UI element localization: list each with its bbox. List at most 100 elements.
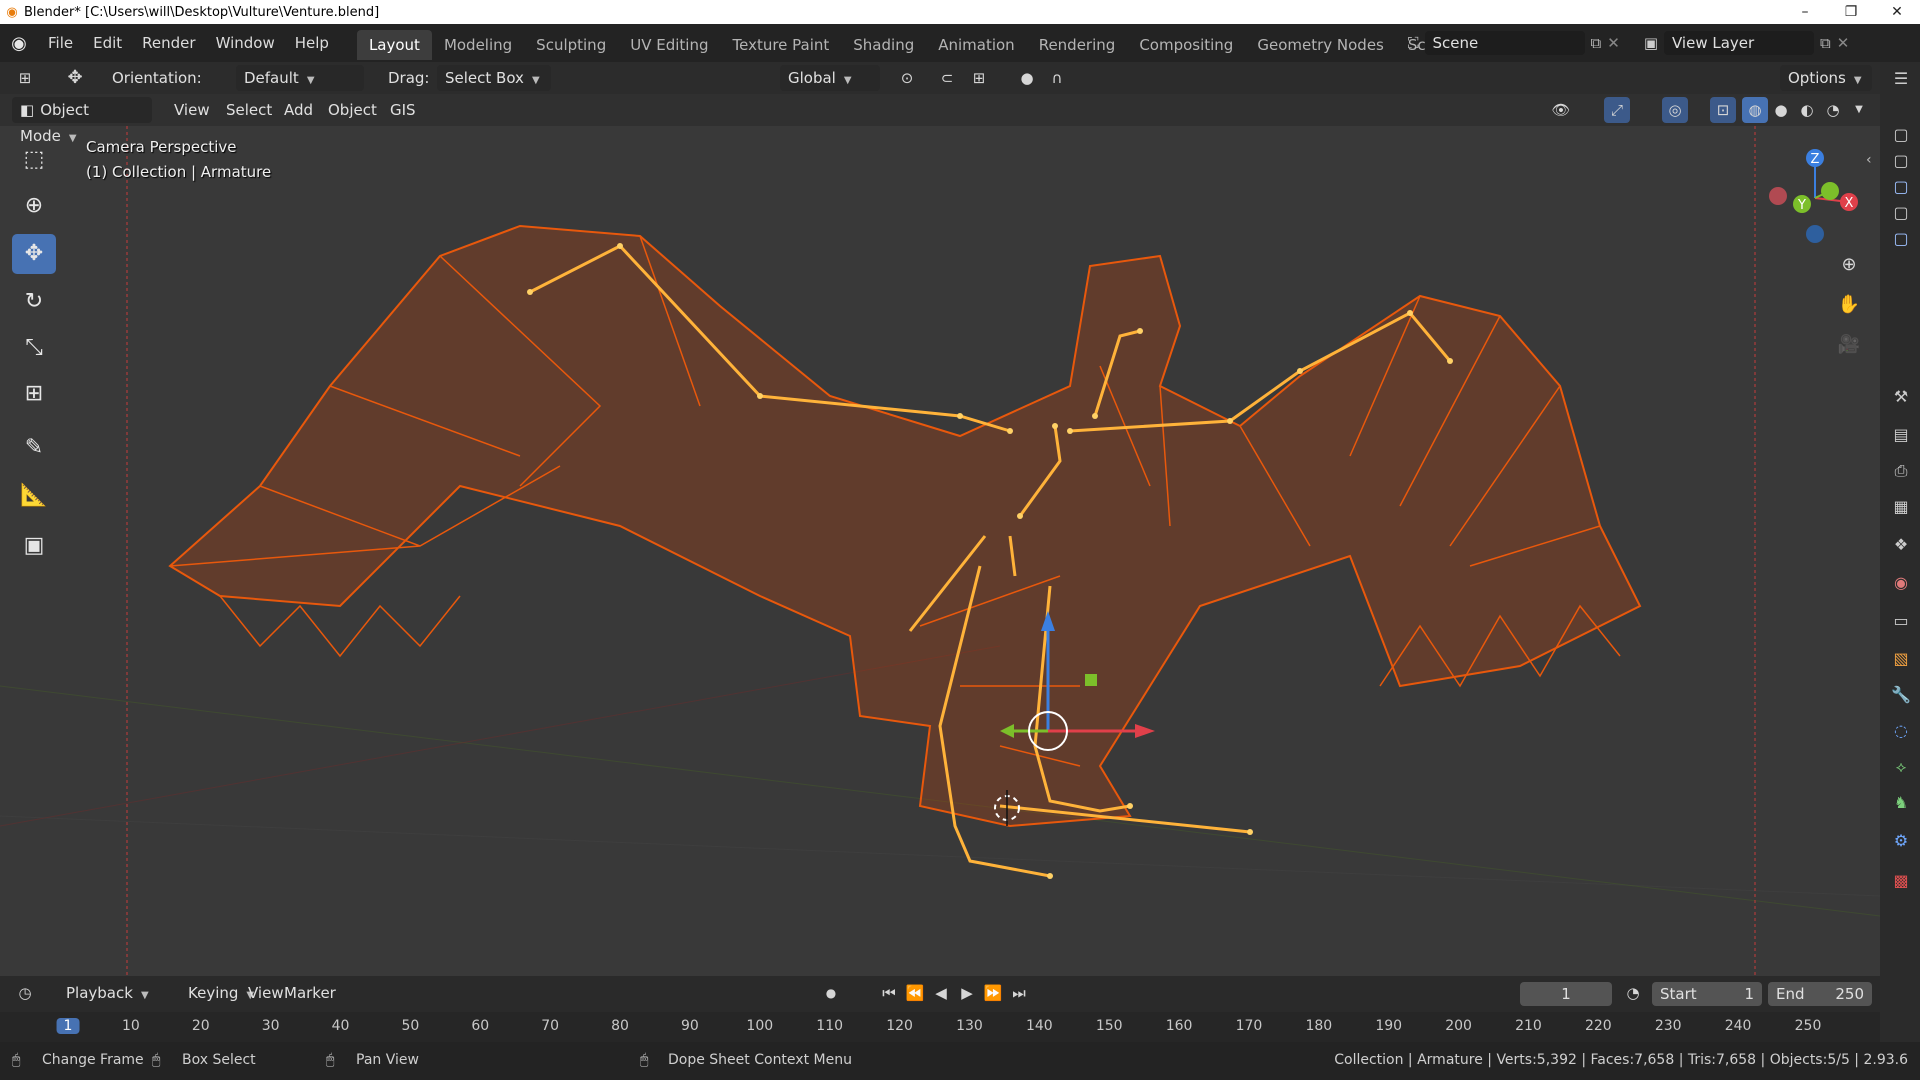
timeline-editor-type-icon[interactable]: ◷ [12,980,38,1006]
minimize-button[interactable]: – [1782,0,1828,24]
move-tool-button[interactable]: ✥ [12,234,56,274]
object-constraint-icon[interactable]: ⟡ [1888,754,1914,780]
tab-layout[interactable]: Layout [356,30,432,60]
tab-uv-editing[interactable]: UV Editing [618,30,720,60]
play-reverse-icon[interactable]: ◀ [928,980,954,1006]
orientation-dropdown[interactable]: Default ▼ [236,65,364,91]
tab-rendering[interactable]: Rendering [1027,30,1128,60]
options-dropdown[interactable]: Options ▼ [1780,65,1872,91]
texture-properties-icon[interactable]: ▩ [1888,868,1914,894]
camera-restrict-icon[interactable]: ▢ [1888,200,1914,226]
menu-select[interactable]: Select [218,97,280,123]
snap-target-icon[interactable]: ⊞ [966,65,992,91]
scale-tool-icon[interactable]: ⤡ [12,328,56,368]
xray-icon[interactable]: ⊡ [1710,97,1736,123]
remove-view-layer-icon[interactable]: ✕ [1837,34,1850,52]
tool-properties-icon[interactable]: ⚒ [1888,384,1914,410]
camera-restrict-icon[interactable]: ▢ [1888,174,1914,200]
menu-window[interactable]: Window [206,24,285,62]
remove-scene-icon[interactable]: ✕ [1607,34,1620,52]
scene-properties-icon[interactable]: ❖ [1888,532,1914,558]
vulture-wireframe-mesh[interactable] [168,224,1642,828]
zoom-icon[interactable]: ⊕ [1836,252,1862,278]
output-properties-icon[interactable]: ⎙ [1888,458,1914,484]
world-properties-icon[interactable]: ◉ [1888,570,1914,596]
scene-icon[interactable]: ⛶ [1408,34,1419,52]
transform-orientation-dropdown[interactable]: Global ▼ [780,65,880,91]
marker-menu[interactable]: Marker [276,980,344,1006]
collection-properties-icon[interactable]: ▭ [1888,608,1914,634]
end-frame-field[interactable]: End 250 [1768,982,1872,1006]
overlays-icon[interactable]: ◎ [1662,97,1688,123]
render-properties-icon[interactable]: ▤ [1888,422,1914,448]
menu-edit[interactable]: Edit [83,24,132,62]
add-cube-tool-icon[interactable]: ▣ [12,526,56,566]
start-frame-field[interactable]: Start 1 [1652,982,1762,1006]
tab-animation[interactable]: Animation [926,30,1026,60]
pivot-point-icon[interactable]: ⊙ [894,65,920,91]
menu-gis[interactable]: GIS [382,97,424,123]
shading-options-icon[interactable]: ▼ [1846,97,1872,123]
collapse-sidebar-icon[interactable]: ‹ [1866,152,1872,168]
cursor-tool-icon[interactable]: ⊕ [12,186,56,226]
scene-field[interactable]: Scene [1424,31,1585,55]
jump-keyframe-forward-icon[interactable]: ⏩ [980,980,1006,1006]
frame-ruler[interactable]: 1 10 20 30 40 50 60 70 80 90 100 110 120 130 140 150 160… [0,1012,1880,1042]
object-properties-icon[interactable]: ▧ [1888,646,1914,672]
menu-render[interactable]: Render [132,24,205,62]
camera-view-icon[interactable]: 🎥 [1836,332,1862,358]
tab-shading[interactable]: Shading [841,30,926,60]
play-icon[interactable]: ▶ [954,980,980,1006]
3d-viewport[interactable]: Camera Perspective (1) Collection | Arma… [0,126,1880,976]
rotate-tool-icon[interactable]: ↻ [12,282,56,322]
material-shading-icon[interactable]: ◐ [1794,97,1820,123]
mode-dropdown[interactable]: ◧ Object Mode ▼ [12,97,152,145]
view-layer-icon[interactable]: ▣ [1644,34,1658,52]
camera-restrict-icon[interactable]: ▢ [1888,226,1914,252]
tab-sculpting[interactable]: Sculpting [524,30,618,60]
measure-tool-icon[interactable]: 📐 [12,476,56,516]
menu-file[interactable]: File [38,24,83,62]
gizmo-toggle-icon[interactable]: ⤢ [1604,97,1630,123]
outliner-icon[interactable]: ☰ [1888,66,1914,92]
drag-dropdown[interactable]: Select Box ▼ [437,65,551,91]
rendered-shading-icon[interactable]: ◔ [1820,97,1846,123]
snap-icon[interactable]: ⊂ [934,65,960,91]
tab-modeling[interactable]: Modeling [432,30,524,60]
solid-shading-icon[interactable]: ● [1768,97,1794,123]
blender-menu-icon[interactable]: ◉ [0,33,38,54]
jump-end-icon[interactable]: ⏭ [1006,980,1032,1006]
armature-data-icon[interactable]: ♞ [1888,790,1914,816]
transform-tool-icon[interactable]: ⊞ [12,374,56,414]
y-neg-axis-icon[interactable] [1821,182,1839,200]
close-window-button[interactable]: ✕ [1874,0,1920,24]
jump-keyframe-back-icon[interactable]: ⏪ [902,980,928,1006]
restore-button[interactable]: ❐ [1828,0,1874,24]
jump-start-icon[interactable]: ⏮ [876,980,902,1006]
new-view-layer-icon[interactable]: ⧉ [1820,34,1831,52]
tab-texture-paint[interactable]: Texture Paint [720,30,841,60]
modifier-properties-icon[interactable]: 🔧 [1888,682,1914,708]
pan-hand-icon[interactable]: ✋ [1836,292,1862,318]
preview-range-clock-icon[interactable]: ◔ [1620,980,1646,1006]
view-layer-properties-icon[interactable]: ▦ [1888,494,1914,520]
z-neg-axis-icon[interactable] [1806,225,1824,243]
proportional-edit-icon[interactable]: ● [1014,65,1040,91]
editor-type-icon[interactable]: ⊞ [12,65,38,91]
annotate-tool-icon[interactable]: ✎ [12,428,56,468]
navigation-gizmo[interactable]: Z X Y [1756,136,1876,246]
record-icon[interactable]: ● [818,980,844,1006]
visibility-icon[interactable]: 👁 [1548,97,1574,123]
view-layer-field[interactable]: View Layer [1664,31,1814,55]
tab-geometry-nodes[interactable]: Geometry Nodes [1245,30,1396,60]
menu-add[interactable]: Add [276,97,321,123]
wireframe-shading-icon[interactable]: ◍ [1742,97,1768,123]
x-neg-axis-icon[interactable] [1769,187,1787,205]
select-box-tool-icon[interactable]: ⬚ [12,140,56,180]
camera-restrict-icon[interactable]: ▢ [1888,148,1914,174]
menu-view[interactable]: View [166,97,218,123]
falloff-icon[interactable]: ∩ [1044,65,1070,91]
bone-properties-icon[interactable]: ⚙ [1888,828,1914,854]
new-scene-icon[interactable]: ⧉ [1591,34,1602,52]
menu-object[interactable]: Object [320,97,385,123]
